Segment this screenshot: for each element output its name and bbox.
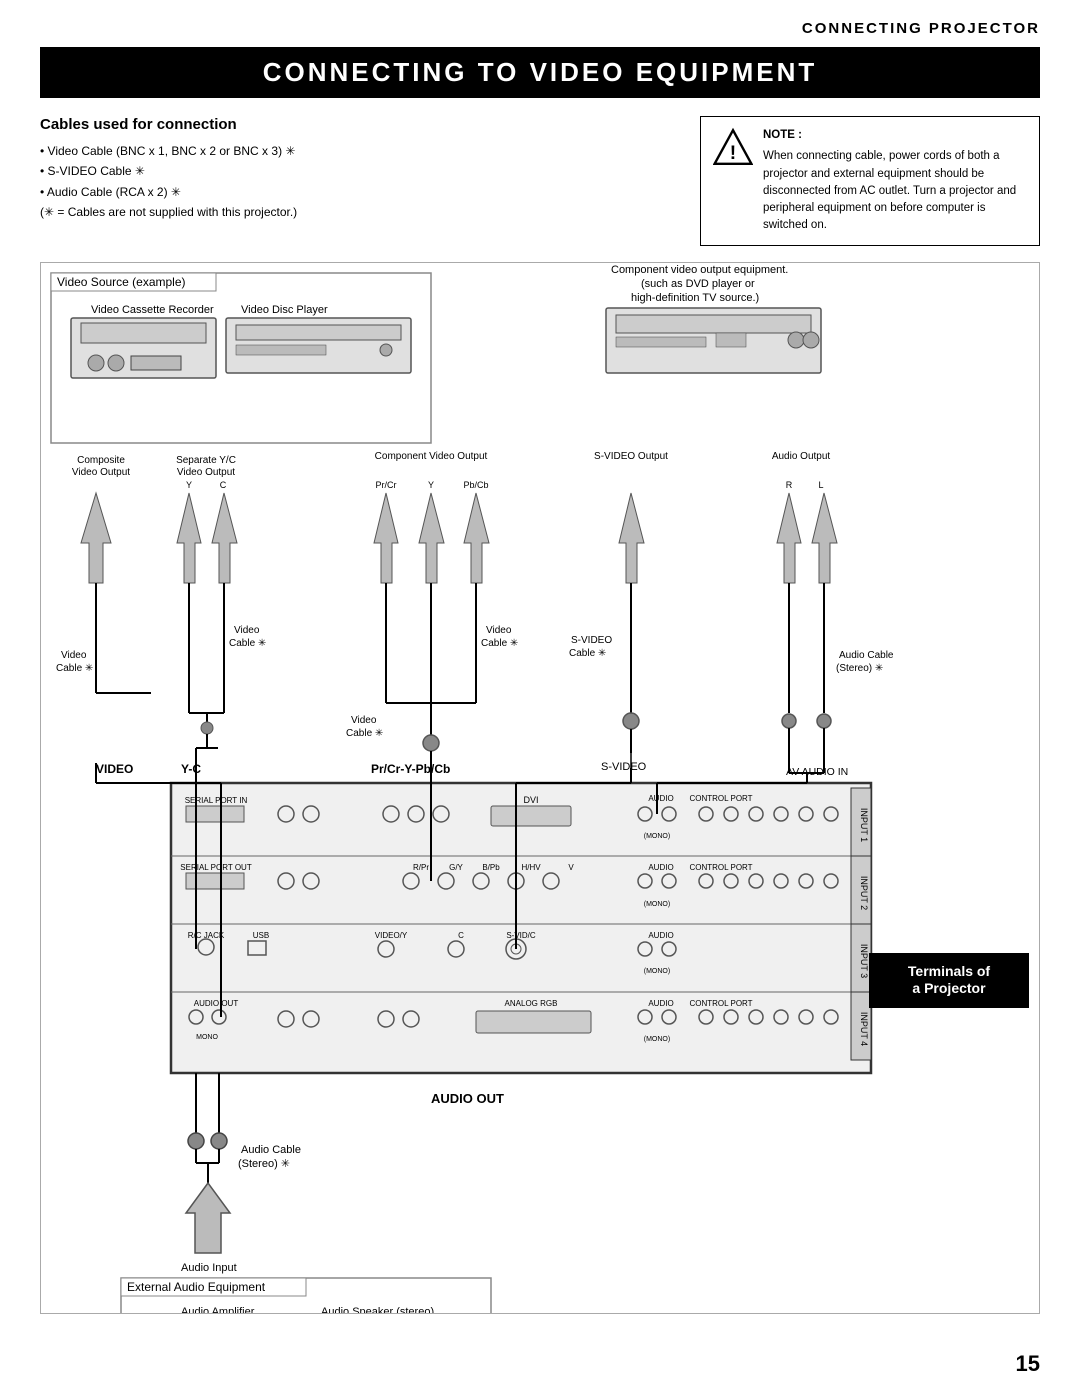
svg-text:Pr/Cr-Y-Pb/Cb: Pr/Cr-Y-Pb/Cb	[371, 762, 450, 776]
svg-text:Cable ✳: Cable ✳	[229, 638, 266, 649]
svg-text:ANALOG RGB: ANALOG RGB	[505, 999, 558, 1008]
note-text: When connecting cable, power cords of bo…	[763, 148, 1027, 234]
svg-text:Video Output: Video Output	[72, 467, 130, 478]
svg-text:V: V	[568, 863, 574, 872]
svg-text:Cable ✳: Cable ✳	[481, 638, 518, 649]
svg-text:Pb/Cb: Pb/Cb	[463, 480, 488, 490]
svg-text:Component video output equipme: Component video output equipment.	[611, 264, 788, 276]
svg-text:USB: USB	[253, 931, 269, 940]
svg-text:DVI: DVI	[523, 795, 538, 805]
svg-text:C: C	[220, 480, 227, 490]
svg-text:Component Video Output: Component Video Output	[375, 451, 488, 462]
svg-text:AUDIO OUT: AUDIO OUT	[431, 1091, 504, 1106]
svg-text:(MONO): (MONO)	[644, 1036, 670, 1043]
svg-text:Video: Video	[486, 625, 512, 636]
svg-text:VIDEO: VIDEO	[96, 762, 133, 776]
svg-text:(MONO): (MONO)	[644, 968, 670, 975]
cable-item-4: (✳ = Cables are not supplied with this p…	[40, 202, 680, 222]
svg-text:Video Source (example): Video Source (example)	[57, 275, 186, 289]
svg-text:Audio Amplifier: Audio Amplifier	[181, 1306, 255, 1313]
note-content: NOTE : When connecting cable, power cord…	[763, 127, 1027, 235]
svg-text:VIDEO/Y: VIDEO/Y	[375, 931, 408, 940]
note-title: NOTE :	[763, 127, 1027, 144]
svg-text:Audio Speaker (stereo): Audio Speaker (stereo)	[321, 1306, 434, 1313]
svg-text:INPUT 2: INPUT 2	[859, 875, 869, 909]
svg-text:MONO: MONO	[196, 1034, 218, 1041]
svg-text:(MONO): (MONO)	[644, 901, 670, 908]
svg-text:INPUT 4: INPUT 4	[859, 1011, 869, 1045]
svg-text:SERIAL PORT IN: SERIAL PORT IN	[185, 796, 248, 805]
svg-text:Video: Video	[234, 625, 260, 636]
svg-text:a Projector: a Projector	[912, 980, 986, 996]
svg-text:Pr/Cr: Pr/Cr	[376, 480, 397, 490]
svg-text:Y-C: Y-C	[181, 762, 201, 776]
svg-text:(MONO): (MONO)	[644, 833, 670, 840]
main-title: CONNECTING TO VIDEO EQUIPMENT	[40, 47, 1040, 98]
svg-text:Audio Output: Audio Output	[772, 451, 831, 462]
page-header: CONNECTING PROJECTOR	[40, 20, 1040, 37]
note-box: ! NOTE : When connecting cable, power co…	[713, 127, 1027, 235]
svg-text:External Audio Equipment: External Audio Equipment	[127, 1280, 266, 1294]
page-number: 15	[1016, 1351, 1040, 1377]
svg-text:AUDIO: AUDIO	[648, 999, 673, 1008]
svg-text:G/Y: G/Y	[449, 863, 463, 872]
svg-text:(such as DVD player or: (such as DVD player or	[641, 278, 755, 290]
svg-text:CONTROL PORT: CONTROL PORT	[689, 794, 752, 803]
svg-text:S-VIDEO Output: S-VIDEO Output	[594, 451, 668, 462]
svg-text:high-definition TV source.): high-definition TV source.)	[631, 292, 759, 304]
svg-text:Separate Y/C: Separate Y/C	[176, 455, 236, 466]
svg-text:R/Pr: R/Pr	[413, 863, 429, 872]
svg-text:Video Cassette Recorder: Video Cassette Recorder	[91, 304, 214, 316]
cable-item-1: • Video Cable (BNC x 1, BNC x 2 or BNC x…	[40, 141, 680, 161]
svg-text:INPUT 3: INPUT 3	[859, 943, 869, 977]
svg-text:(Stereo) ✳: (Stereo) ✳	[836, 663, 883, 674]
svg-text:SERIAL PORT OUT: SERIAL PORT OUT	[180, 863, 252, 872]
svg-text:Y: Y	[428, 480, 434, 490]
svg-text:Cable ✳: Cable ✳	[56, 663, 93, 674]
cable-item-2: • S-VIDEO Cable ✳	[40, 161, 680, 181]
svg-text:Audio Input: Audio Input	[181, 1262, 237, 1274]
svg-text:S-VIDEO: S-VIDEO	[601, 761, 647, 773]
svg-text:S-VID/C: S-VID/C	[506, 931, 536, 940]
cables-title: Cables used for connection	[40, 116, 680, 133]
svg-text:B/Pb: B/Pb	[482, 863, 500, 872]
svg-text:H/HV: H/HV	[521, 863, 541, 872]
svg-text:R: R	[786, 480, 793, 490]
svg-text:Audio Cable: Audio Cable	[241, 1144, 301, 1156]
svg-text:Video Output: Video Output	[177, 467, 235, 478]
warning-icon: !	[713, 127, 753, 170]
svg-text:Cable ✳: Cable ✳	[346, 728, 383, 739]
svg-text:Video: Video	[351, 715, 377, 726]
svg-text:(Stereo) ✳: (Stereo) ✳	[238, 1158, 290, 1170]
svg-text:Terminals of: Terminals of	[908, 963, 991, 979]
svg-text:Cable ✳: Cable ✳	[569, 648, 606, 659]
svg-text:INPUT 1: INPUT 1	[859, 807, 869, 841]
cable-item-3: • Audio Cable (RCA x 2) ✳	[40, 182, 680, 202]
svg-text:Audio Cable: Audio Cable	[839, 650, 894, 661]
cables-section: Cables used for connection • Video Cable…	[40, 116, 680, 246]
intro-section: Cables used for connection • Video Cable…	[40, 116, 1040, 246]
diagram-area: Video Source (example) Video Cassette Re…	[40, 262, 1040, 1314]
svg-text:Y: Y	[186, 480, 192, 490]
cables-list: • Video Cable (BNC x 1, BNC x 2 or BNC x…	[40, 141, 680, 223]
svg-text:AUDIO: AUDIO	[648, 931, 673, 940]
svg-text:C: C	[458, 931, 464, 940]
page-container: CONNECTING PROJECTOR CONNECTING TO VIDEO…	[0, 0, 1080, 1397]
svg-text:Video: Video	[61, 650, 87, 661]
svg-text:AUDIO OUT: AUDIO OUT	[194, 999, 239, 1008]
svg-text:!: !	[730, 143, 736, 164]
svg-text:S-VIDEO: S-VIDEO	[571, 635, 612, 646]
svg-text:L: L	[818, 480, 823, 490]
svg-text:AUDIO: AUDIO	[648, 863, 673, 872]
note-section: ! NOTE : When connecting cable, power co…	[700, 116, 1040, 246]
svg-text:CONTROL PORT: CONTROL PORT	[689, 999, 752, 1008]
svg-text:CONTROL PORT: CONTROL PORT	[689, 863, 752, 872]
main-diagram: Video Source (example) Video Cassette Re…	[41, 263, 1041, 1313]
svg-text:AUDIO: AUDIO	[648, 794, 673, 803]
svg-text:Video Disc Player: Video Disc Player	[241, 304, 328, 316]
svg-text:Composite: Composite	[77, 455, 125, 466]
